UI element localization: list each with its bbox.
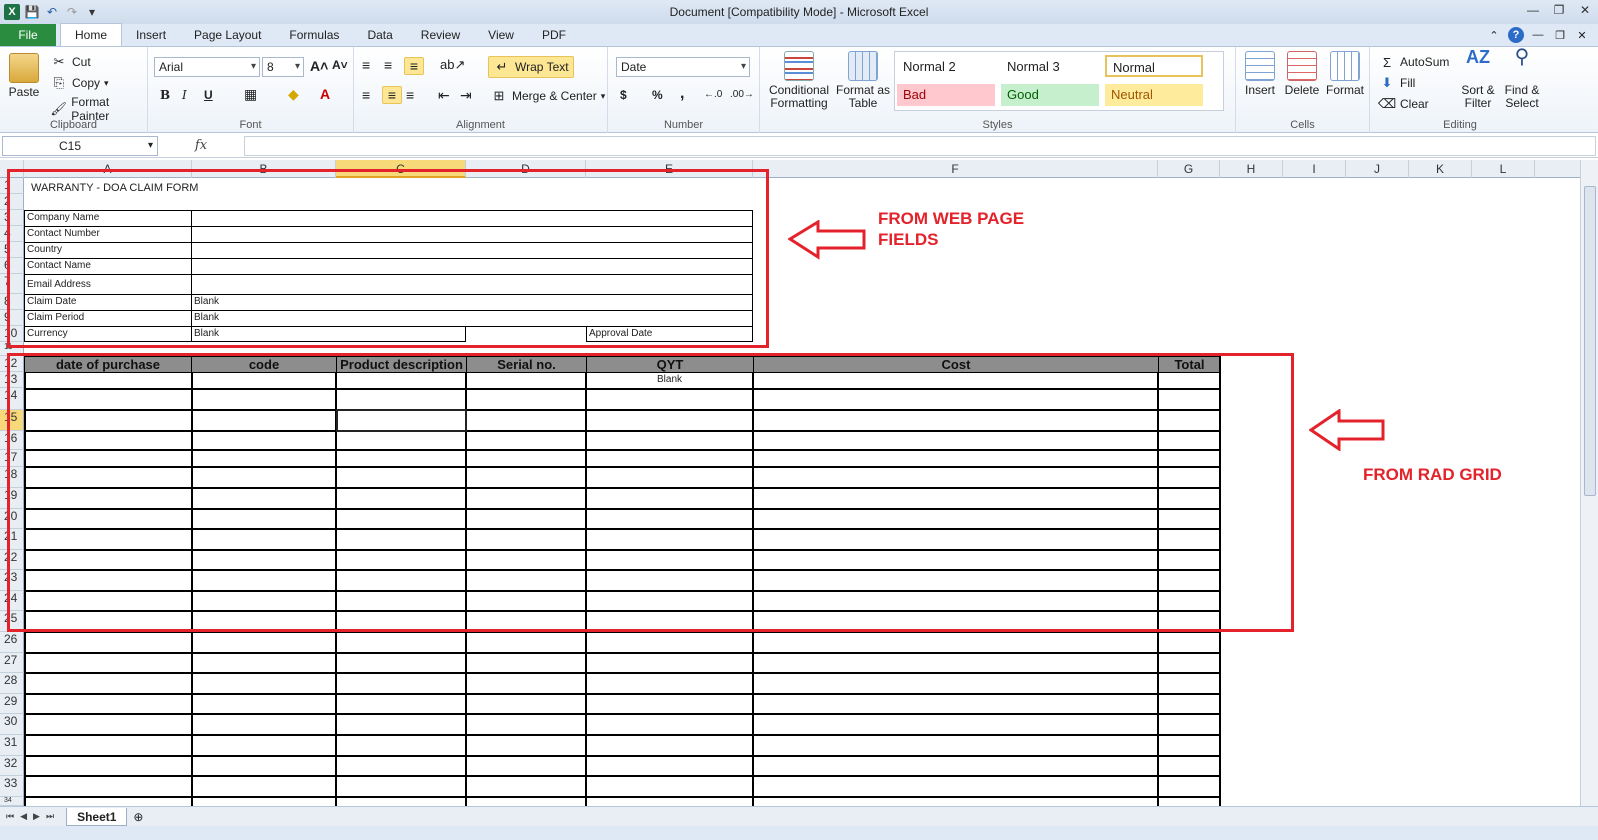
last-sheet-icon[interactable]: ⏭ bbox=[46, 811, 54, 822]
next-sheet-icon[interactable]: ▶ bbox=[33, 811, 40, 822]
annotation-box-web-fields bbox=[7, 169, 769, 348]
vertical-scrollbar[interactable] bbox=[1580, 160, 1598, 806]
insert-sheet-icon[interactable]: ⊕ bbox=[133, 810, 143, 824]
first-sheet-icon[interactable]: ⏮ bbox=[6, 811, 14, 822]
annotation-box-rad-grid bbox=[7, 353, 1294, 632]
sheet-nav: ⏮ ◀ ▶ ⏭ bbox=[0, 811, 54, 822]
arrow-web-icon bbox=[788, 220, 866, 260]
annotation-rad-text: FROM RAD GRID bbox=[1363, 465, 1502, 484]
status-bar bbox=[0, 826, 1598, 840]
sheet-tab-bar: ⏮ ◀ ▶ ⏭ Sheet1 ⊕ bbox=[0, 806, 1598, 826]
prev-sheet-icon[interactable]: ◀ bbox=[20, 811, 27, 822]
arrow-rad-icon bbox=[1309, 409, 1385, 451]
vertical-scroll-thumb[interactable] bbox=[1584, 186, 1596, 496]
annotation-web-text: FROM WEB PAGE FIELDS bbox=[878, 209, 1025, 249]
sheet-tab-sheet1[interactable]: Sheet1 bbox=[66, 807, 128, 826]
